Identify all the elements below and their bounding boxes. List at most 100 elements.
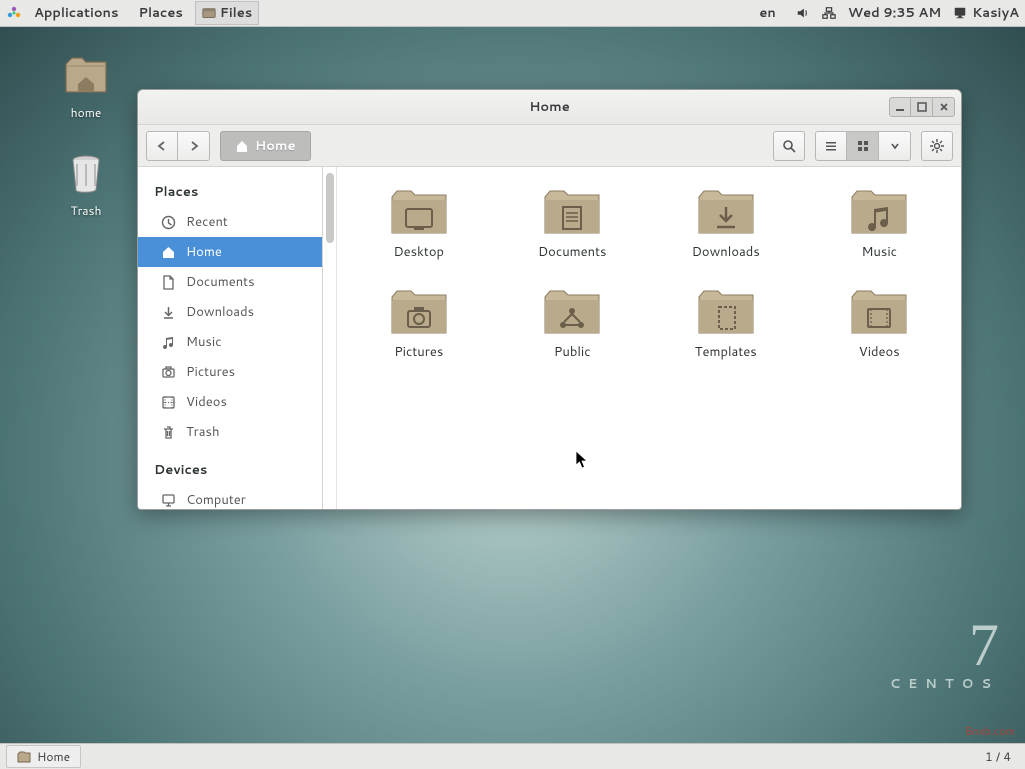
path-label: Home — [255, 137, 296, 155]
folder-downloads[interactable]: Downloads — [654, 183, 798, 265]
sidebar-label: Documents — [186, 273, 255, 291]
running-app-label: Files — [220, 4, 252, 22]
desktop-trash[interactable]: Trash — [46, 150, 126, 219]
folder-icon — [388, 187, 450, 237]
version-number: 7 — [890, 615, 999, 675]
view-dropdown-button[interactable] — [879, 131, 911, 161]
file-manager-window: Home Home Places — [137, 89, 962, 510]
home-folder-icon — [62, 52, 110, 100]
view-list-button[interactable] — [815, 131, 847, 161]
minimize-button[interactable] — [889, 97, 911, 117]
sidebar-item-recent[interactable]: Recent — [138, 207, 322, 237]
view-grid-button[interactable] — [847, 131, 879, 161]
sidebar-item-computer[interactable]: Computer — [138, 485, 322, 509]
watermark: Bnxb.com — [965, 723, 1015, 739]
running-app-files[interactable]: Files — [195, 1, 259, 25]
folder-desktop[interactable]: Desktop — [347, 183, 491, 265]
desktop-home-label: home — [46, 104, 126, 121]
trash-icon — [62, 150, 110, 198]
folder-label: Desktop — [393, 243, 444, 261]
sidebar-item-downloads[interactable]: Downloads — [138, 297, 322, 327]
sidebar-label: Music — [186, 333, 222, 351]
video-icon — [160, 394, 176, 410]
workspace-indicator[interactable]: 1 / 4 — [985, 748, 1019, 765]
folder-label: Videos — [859, 343, 900, 361]
keyboard-layout-indicator[interactable]: en — [751, 0, 783, 26]
sidebar-label: Trash — [186, 423, 220, 441]
sidebar-label: Recent — [186, 213, 228, 231]
sidebar-item-home[interactable]: Home — [138, 237, 322, 267]
folder-pictures[interactable]: Pictures — [347, 283, 491, 365]
folder-icon — [388, 287, 450, 337]
folder-icon — [848, 187, 910, 237]
desktop-home-folder[interactable]: home — [46, 52, 126, 121]
sidebar-places-title: Places — [138, 177, 322, 207]
sidebar-item-trash[interactable]: Trash — [138, 417, 322, 447]
folder-label: Music — [861, 243, 897, 261]
user-label: KasiyA — [972, 4, 1019, 22]
folder-label: Documents — [538, 243, 607, 261]
user-menu[interactable]: KasiyA — [953, 4, 1019, 22]
window-title: Home — [529, 98, 570, 116]
files-app-icon — [202, 6, 216, 20]
document-icon — [160, 274, 176, 290]
computer-icon — [160, 492, 176, 508]
sidebar-item-videos[interactable]: Videos — [138, 387, 322, 417]
sidebar-label: Downloads — [186, 303, 254, 321]
forward-button[interactable] — [178, 131, 210, 161]
window-titlebar[interactable]: Home — [138, 90, 961, 125]
top-panel: Applications Places Files en Wed 9:35 AM… — [0, 0, 1025, 27]
sidebar-item-documents[interactable]: Documents — [138, 267, 322, 297]
folder-label: Pictures — [394, 343, 443, 361]
network-icon[interactable] — [822, 6, 836, 20]
desktop-trash-label: Trash — [46, 202, 126, 219]
user-icon — [953, 6, 967, 20]
gear-icon — [929, 138, 945, 154]
camera-icon — [160, 364, 176, 380]
sidebar-label: Videos — [186, 393, 227, 411]
sidebar-label: Computer — [186, 491, 246, 509]
file-view: Desktop Documents Downloads Music Pictures Pu… — [337, 167, 961, 509]
trash-icon — [160, 424, 176, 440]
volume-icon[interactable] — [796, 6, 810, 20]
settings-button[interactable] — [921, 131, 953, 161]
places-menu[interactable]: Places — [130, 0, 190, 26]
download-icon — [160, 304, 176, 320]
sidebar-scrollbar[interactable] — [323, 167, 337, 509]
distro-logo-icon — [6, 5, 22, 21]
sidebar: Places Recent Home Documents Downloads M… — [138, 167, 323, 509]
folder-music[interactable]: Music — [808, 183, 952, 265]
sidebar-label: Pictures — [186, 363, 235, 381]
folder-icon — [541, 287, 603, 337]
folder-documents[interactable]: Documents — [501, 183, 645, 265]
taskbar-window-button[interactable]: Home — [6, 745, 81, 768]
path-home-button[interactable]: Home — [220, 131, 311, 161]
folder-label: Public — [554, 343, 591, 361]
maximize-button[interactable] — [911, 97, 933, 117]
clock-icon — [160, 214, 176, 230]
sidebar-label: Home — [186, 243, 222, 261]
branding: 7 CENTOS — [890, 615, 999, 693]
folder-public[interactable]: Public — [501, 283, 645, 365]
folder-icon — [17, 750, 31, 764]
sidebar-devices-title: Devices — [138, 455, 322, 485]
sidebar-item-pictures[interactable]: Pictures — [138, 357, 322, 387]
folder-icon — [541, 187, 603, 237]
clock[interactable]: Wed 9:35 AM — [848, 4, 941, 22]
folder-icon — [695, 287, 757, 337]
close-button[interactable] — [933, 97, 955, 117]
applications-menu[interactable]: Applications — [26, 0, 126, 26]
home-icon — [235, 139, 249, 153]
task-label: Home — [37, 748, 70, 765]
folder-videos[interactable]: Videos — [808, 283, 952, 365]
folder-icon — [695, 187, 757, 237]
back-button[interactable] — [146, 131, 178, 161]
bottom-panel: Home 1 / 4 — [0, 743, 1025, 769]
search-button[interactable] — [773, 131, 805, 161]
folder-templates[interactable]: Templates — [654, 283, 798, 365]
distro-name: CENTOS — [890, 675, 999, 693]
folder-label: Templates — [695, 343, 757, 361]
home-icon — [160, 244, 176, 260]
folder-label: Downloads — [692, 243, 760, 261]
sidebar-item-music[interactable]: Music — [138, 327, 322, 357]
